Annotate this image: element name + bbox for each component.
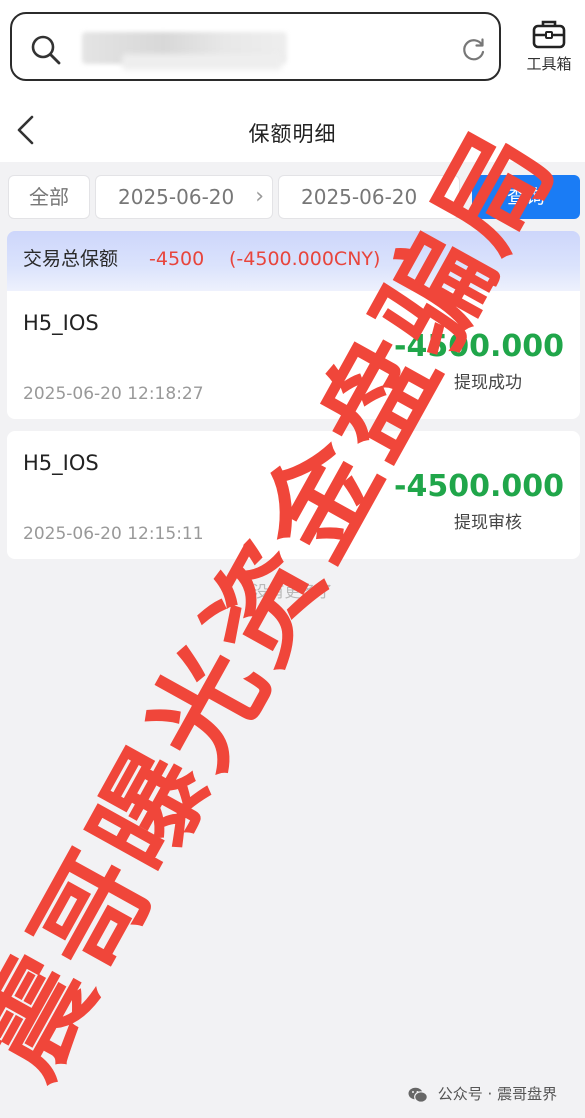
record-amount: -4500.000: [394, 469, 564, 504]
chevron-right-icon: ›: [255, 184, 264, 209]
record-source: H5_IOS: [23, 451, 99, 475]
start-date-picker[interactable]: 2025-06-20 ›: [95, 175, 273, 219]
toolbox-icon: [532, 20, 566, 49]
record-time: 2025-06-20 12:15:11: [23, 524, 204, 544]
wechat-icon: [408, 1087, 428, 1103]
summary-cny-amount: (-4500.000CNY): [229, 248, 381, 270]
start-date-value: 2025-06-20: [118, 185, 235, 209]
toolbox-label: 工具箱: [526, 55, 572, 73]
record-card[interactable]: H5_IOS -4500.000 提现审核 2025-06-20 12:15:1…: [7, 431, 580, 559]
record-source: H5_IOS: [23, 311, 99, 335]
filter-all-button[interactable]: 全部: [8, 175, 90, 219]
record-amount: -4500.000: [394, 329, 564, 364]
summary-amount: -4500: [149, 248, 205, 270]
blurred-search-text: [122, 54, 282, 70]
record-card[interactable]: H5_IOS -4500.000 提现成功 2025-06-20 12:18:2…: [7, 291, 580, 419]
record-status: 提现审核: [454, 513, 522, 533]
record-status: 提现成功: [454, 373, 522, 393]
list-end-text: 没有更多了: [252, 582, 333, 601]
summary-label: 交易总保额: [23, 248, 119, 270]
refresh-icon[interactable]: [461, 36, 487, 62]
search-icon: [31, 35, 61, 65]
record-time: 2025-06-20 12:18:27: [23, 384, 204, 404]
end-date-picker[interactable]: 2025-06-20: [278, 175, 460, 219]
summary-bar: 交易总保额 -4500 (-4500.000CNY): [7, 231, 580, 291]
nav-bar: 保额明细: [0, 100, 585, 162]
query-button[interactable]: 查询: [472, 175, 580, 219]
footer-credit-text: 公众号 · 震哥盘界: [437, 1085, 558, 1103]
top-bar: 工具箱: [0, 0, 585, 100]
footer-credit: 公众号 · 震哥盘界: [408, 1083, 557, 1104]
end-date-value: 2025-06-20: [301, 185, 418, 209]
page-title: 保额明细: [248, 122, 337, 146]
search-input[interactable]: [10, 12, 501, 81]
toolbox-button[interactable]: 工具箱: [517, 18, 581, 88]
